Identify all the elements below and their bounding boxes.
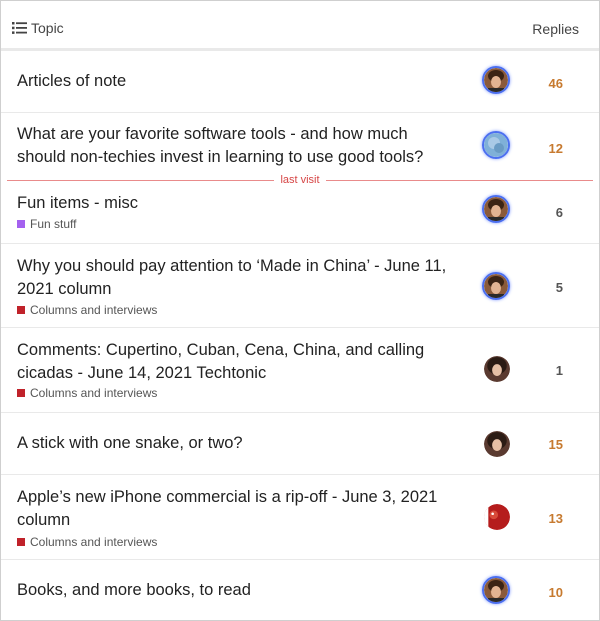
topic-list: Topic Replies Articles of note 46 What a… [0, 0, 600, 621]
topic-title-link[interactable]: Fun items - misc [17, 192, 457, 215]
category-name: Columns and interviews [30, 386, 158, 400]
topic-title-link[interactable]: Apple’s new iPhone commercial is a rip-o… [17, 486, 457, 532]
topic-title-link[interactable]: Comments: Cupertino, Cuban, Cena, China,… [17, 339, 457, 385]
topic-title-link[interactable]: Books, and more books, to read [17, 579, 457, 602]
topic-row[interactable]: Apple’s new iPhone commercial is a rip-o… [1, 475, 599, 560]
avatar[interactable] [484, 356, 510, 382]
avatar[interactable] [482, 576, 510, 604]
topic-row[interactable]: Why you should pay attention to ‘Made in… [1, 244, 599, 328]
category-color-square [17, 389, 25, 397]
reply-count[interactable]: 10 [523, 585, 563, 600]
avatar[interactable] [482, 195, 510, 223]
category-badge[interactable]: Columns and interviews [17, 386, 157, 400]
avatar[interactable] [484, 431, 510, 457]
reply-count[interactable]: 5 [523, 280, 563, 295]
avatar[interactable] [484, 504, 510, 530]
category-name: Fun stuff [30, 217, 77, 231]
reply-count[interactable]: 6 [523, 205, 563, 220]
topic-title-link[interactable]: What are your favorite software tools - … [17, 123, 457, 169]
reply-count[interactable]: 46 [523, 76, 563, 91]
avatar[interactable] [482, 272, 510, 300]
topic-row[interactable]: What are your favorite software tools - … [1, 113, 599, 180]
topic-column-label: Topic [31, 20, 64, 36]
topic-row[interactable]: Articles of note 46 [1, 51, 599, 113]
list-icon [12, 22, 27, 34]
topic-row[interactable]: Fun items - misc Fun stuff 6 [1, 180, 599, 244]
topic-row[interactable]: Comments: Cupertino, Cuban, Cena, China,… [1, 328, 599, 413]
category-badge[interactable]: Columns and interviews [17, 535, 157, 549]
topic-title-link[interactable]: A stick with one snake, or two? [17, 432, 457, 455]
category-name: Columns and interviews [30, 303, 158, 317]
topic-row[interactable]: Books, and more books, to read 10 [1, 560, 599, 620]
topic-title-link[interactable]: Why you should pay attention to ‘Made in… [17, 255, 457, 301]
avatar[interactable] [482, 66, 510, 94]
reply-count[interactable]: 15 [523, 437, 563, 452]
category-name: Columns and interviews [30, 535, 158, 549]
category-color-square [17, 538, 25, 546]
category-badge[interactable]: Fun stuff [17, 217, 76, 231]
category-color-square [17, 306, 25, 314]
reply-count[interactable]: 1 [523, 363, 563, 378]
topic-list-header: Topic Replies [1, 1, 599, 51]
topic-column-header[interactable]: Topic [12, 20, 64, 36]
replies-column-header[interactable]: Replies [532, 21, 579, 37]
reply-count[interactable]: 13 [523, 511, 563, 526]
category-badge[interactable]: Columns and interviews [17, 303, 157, 317]
topic-title-link[interactable]: Articles of note [17, 70, 457, 93]
topic-row[interactable]: A stick with one snake, or two? 15 [1, 413, 599, 475]
avatar[interactable] [482, 131, 510, 159]
reply-count[interactable]: 12 [523, 141, 563, 156]
category-color-square [17, 220, 25, 228]
